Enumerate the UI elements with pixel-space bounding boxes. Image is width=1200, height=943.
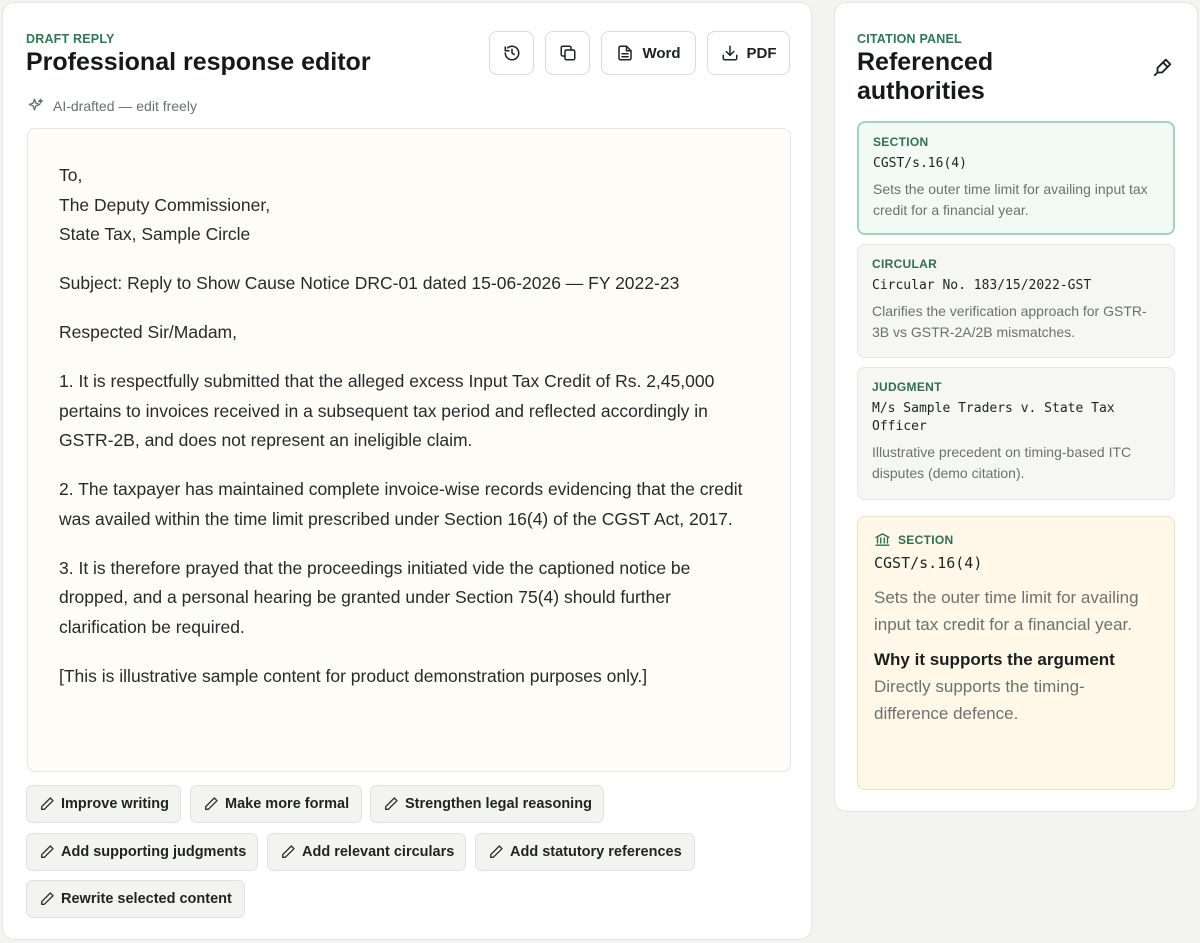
export-word-button[interactable]: Word <box>601 31 696 75</box>
make-more-formal-button[interactable]: Make more formal <box>190 785 362 823</box>
sparkle-icon <box>28 98 44 111</box>
citation-title-line-1: Referenced <box>857 48 994 76</box>
citation-item-section[interactable]: SECTION CGST/s.16(4) Sets the outer time… <box>857 121 1175 235</box>
action-label: Add statutory references <box>510 844 682 860</box>
ai-drafted-note: AI-drafted — edit freely <box>27 97 197 115</box>
pencil-icon <box>41 892 54 905</box>
letter-address: State Tax, Sample Circle <box>59 224 251 244</box>
add-supporting-judgments-button[interactable]: Add supporting judgments <box>26 833 258 871</box>
history-button[interactable] <box>489 31 534 75</box>
citation-detail-type: SECTION <box>898 532 954 547</box>
strengthen-legal-reasoning-button[interactable]: Strengthen legal reasoning <box>370 785 604 823</box>
action-label: Add supporting judgments <box>61 844 247 860</box>
history-icon <box>504 45 519 61</box>
action-label: Rewrite selected content <box>61 891 232 907</box>
citation-title: Referenced authorities <box>857 48 993 106</box>
pencil-icon <box>41 797 54 810</box>
citation-eyebrow: CITATION PANEL <box>857 32 962 46</box>
action-label: Make more formal <box>225 796 350 812</box>
add-statutory-references-button[interactable]: Add statutory references <box>475 833 695 871</box>
add-relevant-circulars-button[interactable]: Add relevant circulars <box>267 833 466 871</box>
document-icon <box>618 45 633 61</box>
export-pdf-button[interactable]: PDF <box>707 31 790 75</box>
action-label: Strengthen legal reasoning <box>405 796 592 812</box>
pencil-icon <box>282 845 295 858</box>
ai-drafted-text: AI-drafted — edit freely <box>53 98 197 114</box>
pencil-icon <box>41 845 54 858</box>
citation-description: Illustrative precedent on timing-based I… <box>872 444 1132 481</box>
why-supports-text: Directly supports the timing-difference … <box>874 677 1085 723</box>
letter-salutation: Respected Sir/Madam, <box>59 322 237 342</box>
citation-panel: CITATION PANEL Referenced authorities SE… <box>834 2 1198 812</box>
citation-item-judgment[interactable]: JUDGMENT M/s Sample Traders v. State Tax… <box>857 367 1175 500</box>
citation-type: JUDGMENT <box>872 380 942 394</box>
citation-reference: Circular No. 183/15/2022-GST <box>872 278 1092 293</box>
letter-addressee: The Deputy Commissioner, <box>59 194 271 215</box>
copy-icon <box>560 45 575 61</box>
editor-panel: DRAFT REPLY Professional response editor… <box>2 2 812 940</box>
citation-reference: CGST/s.16(4) <box>873 156 967 171</box>
citation-description: Clarifies the verification approach for … <box>872 303 1147 340</box>
letter-paragraph-1: 1. It is respectfully submitted that the… <box>59 371 715 450</box>
citation-detail: SECTION CGST/s.16(4) Sets the outer time… <box>857 516 1175 790</box>
page-title: Professional response editor <box>26 48 371 76</box>
citation-reference: M/s Sample Traders v. State Tax Officer <box>872 401 1115 434</box>
download-icon <box>722 45 737 61</box>
action-label: Improve writing <box>61 796 169 812</box>
export-pdf-label: PDF <box>746 44 777 62</box>
citation-detail-description: Sets the outer time limit for availing i… <box>874 588 1139 634</box>
highlighter-icon <box>1153 58 1172 77</box>
why-supports-label: Why it supports the argument <box>874 650 1115 669</box>
citation-detail-reference: CGST/s.16(4) <box>874 554 983 572</box>
improve-writing-button[interactable]: Improve writing <box>26 785 181 823</box>
letter-to-line: To, <box>59 165 83 185</box>
highlight-citations-button[interactable] <box>1149 53 1177 81</box>
citation-type: CIRCULAR <box>872 257 938 271</box>
rewrite-selected-content-button[interactable]: Rewrite selected content <box>26 880 245 918</box>
citation-type: SECTION <box>873 135 929 149</box>
action-label: Add relevant circulars <box>302 844 455 860</box>
letter-paragraph-3: 3. It is therefore prayed that the proce… <box>59 557 691 637</box>
pencil-icon <box>385 797 398 810</box>
letter-paragraph-2: 2. The taxpayer has maintained complete … <box>59 479 743 529</box>
letter-editor[interactable]: To, The Deputy Commissioner, State Tax, … <box>27 128 791 772</box>
citation-description: Sets the outer time limit for availing i… <box>873 181 1148 218</box>
copy-button[interactable] <box>545 31 590 75</box>
export-word-label: Word <box>642 44 681 62</box>
citation-item-circular[interactable]: CIRCULAR Circular No. 183/15/2022-GST Cl… <box>857 244 1175 358</box>
letter-subject: Subject: Reply to Show Cause Notice DRC-… <box>59 273 680 293</box>
pencil-icon <box>205 797 218 810</box>
letter-disclaimer: [This is illustrative sample content for… <box>59 665 648 686</box>
citation-title-line-2: authorities <box>857 77 985 105</box>
citation-detail-header: SECTION <box>874 531 1158 548</box>
editor-eyebrow: DRAFT REPLY <box>26 32 115 46</box>
bank-icon <box>875 533 890 546</box>
pencil-icon <box>490 845 503 858</box>
